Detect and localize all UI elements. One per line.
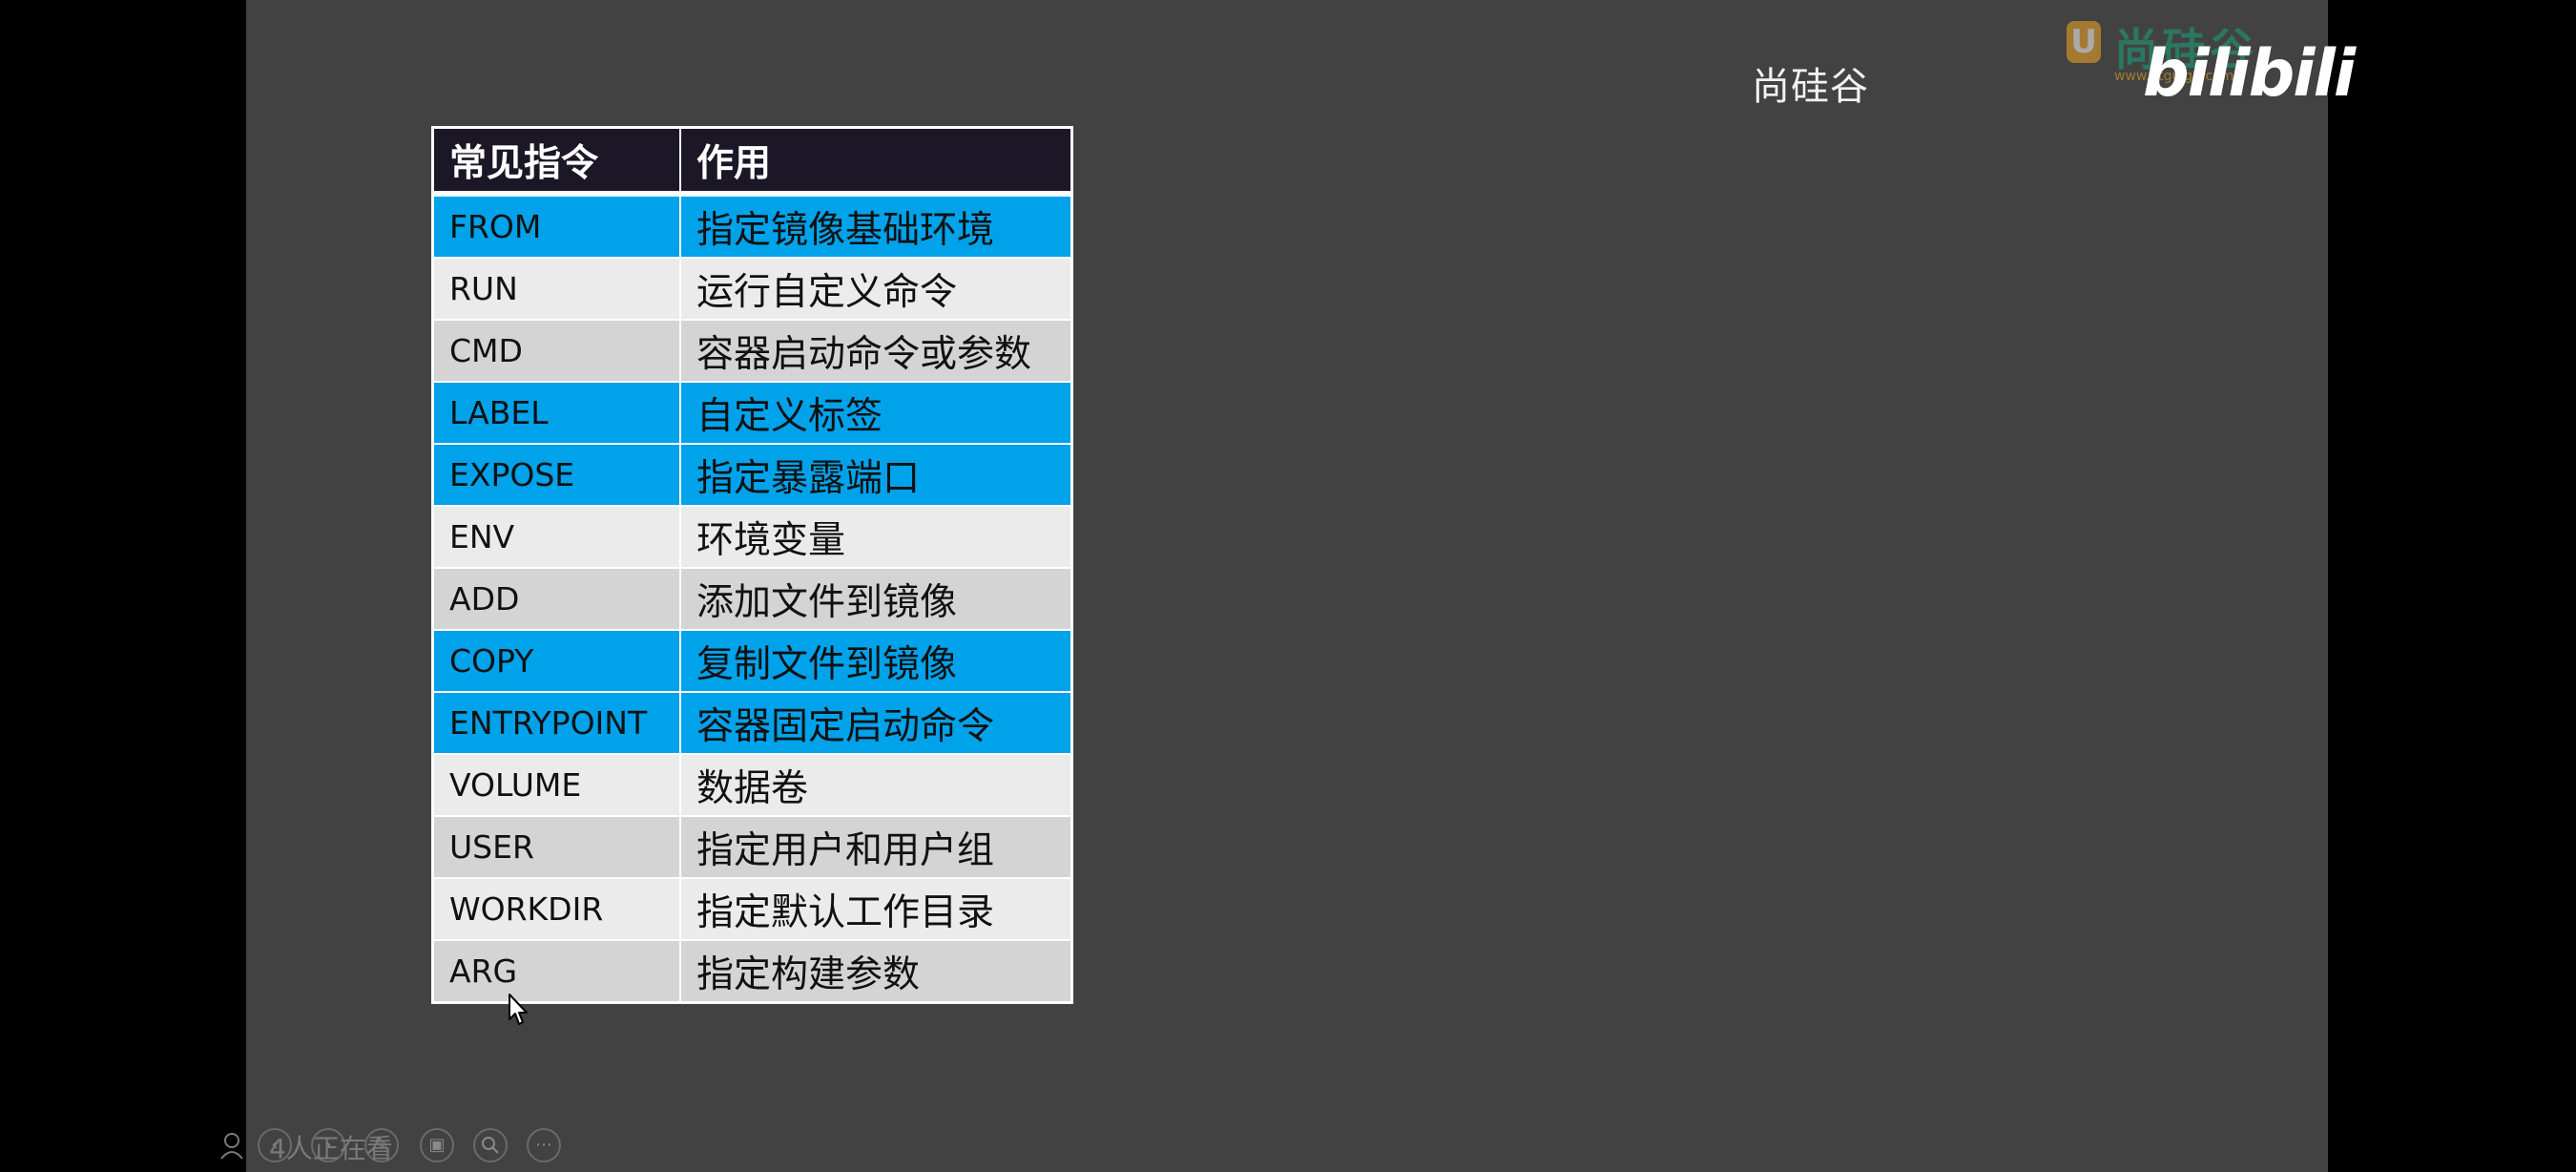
table-row: RUN 运行自定义命令 xyxy=(431,257,1073,321)
command-cell: ARG xyxy=(431,939,681,1004)
table-row: EXPOSE 指定暴露端口 xyxy=(431,443,1073,507)
mouse-cursor-icon xyxy=(509,994,528,1025)
table-row: CMD 容器启动命令或参数 xyxy=(431,319,1073,383)
purpose-cell: 容器固定启动命令 xyxy=(679,691,1073,755)
logo-badge-icon: U xyxy=(2067,21,2101,63)
watermark-brand: 尚硅谷 xyxy=(1752,65,1869,109)
command-cell: FROM xyxy=(431,193,681,259)
purpose-cell: 指定默认工作目录 xyxy=(679,877,1073,941)
purpose-cell: 指定暴露端口 xyxy=(679,443,1073,507)
header-command: 常见指令 xyxy=(431,126,681,197)
magnifier-icon xyxy=(482,1137,499,1154)
command-cell: CMD xyxy=(431,319,681,383)
command-cell: RUN xyxy=(431,257,681,321)
video-viewport: U 尚硅谷 www.atguigu.com 尚硅谷 bilibili 常见指令 … xyxy=(0,0,2576,1172)
bilibili-logo: bilibili xyxy=(2143,36,2356,112)
purpose-cell: 数据卷 xyxy=(679,753,1073,817)
table-row: ADD 添加文件到镜像 xyxy=(431,567,1073,631)
command-cell: COPY xyxy=(431,629,681,693)
command-cell: USER xyxy=(431,815,681,879)
viewers-icon xyxy=(220,1133,243,1160)
zoom-button[interactable] xyxy=(473,1128,508,1162)
purpose-cell: 运行自定义命令 xyxy=(679,257,1073,321)
table-row: WORKDIR 指定默认工作目录 xyxy=(431,877,1073,941)
purpose-cell: 复制文件到镜像 xyxy=(679,629,1073,693)
purpose-cell: 指定镜像基础环境 xyxy=(679,193,1073,259)
table-row: FROM 指定镜像基础环境 xyxy=(431,193,1073,259)
dockerfile-commands-table: 常见指令 作用 FROM 指定镜像基础环境 RUN 运行自定义命令 CMD 容器… xyxy=(431,126,1073,1004)
more-button[interactable]: ⋯ xyxy=(527,1128,561,1162)
command-cell: EXPOSE xyxy=(431,443,681,507)
table-row: LABEL 自定义标签 xyxy=(431,381,1073,445)
table-row: COPY 复制文件到镜像 xyxy=(431,629,1073,693)
purpose-cell: 自定义标签 xyxy=(679,381,1073,445)
command-cell: ADD xyxy=(431,567,681,631)
purpose-cell: 指定用户和用户组 xyxy=(679,815,1073,879)
purpose-cell: 添加文件到镜像 xyxy=(679,567,1073,631)
table-row: VOLUME 数据卷 xyxy=(431,753,1073,817)
watermark: U 尚硅谷 www.atguigu.com 尚硅谷 bilibili xyxy=(1752,13,2356,118)
table-row: USER 指定用户和用户组 xyxy=(431,815,1073,879)
player-toolbar: ‹ › ✎ 4人正在看 ▣ ⋯ xyxy=(219,1120,620,1170)
command-cell: ENV xyxy=(431,505,681,569)
purpose-cell: 指定构建参数 xyxy=(679,939,1073,1004)
command-cell: WORKDIR xyxy=(431,877,681,941)
purpose-cell: 环境变量 xyxy=(679,505,1073,569)
table-row: ENV 环境变量 xyxy=(431,505,1073,569)
table-row: ENTRYPOINT 容器固定启动命令 xyxy=(431,691,1073,755)
slides-button[interactable]: ▣ xyxy=(420,1128,454,1162)
command-cell: LABEL xyxy=(431,381,681,445)
viewer-count: 4人正在看 xyxy=(269,1133,393,1164)
table-header-row: 常见指令 作用 xyxy=(431,126,1073,197)
header-purpose: 作用 xyxy=(679,126,1073,197)
command-cell: ENTRYPOINT xyxy=(431,691,681,755)
purpose-cell: 容器启动命令或参数 xyxy=(679,319,1073,383)
command-cell: VOLUME xyxy=(431,753,681,817)
